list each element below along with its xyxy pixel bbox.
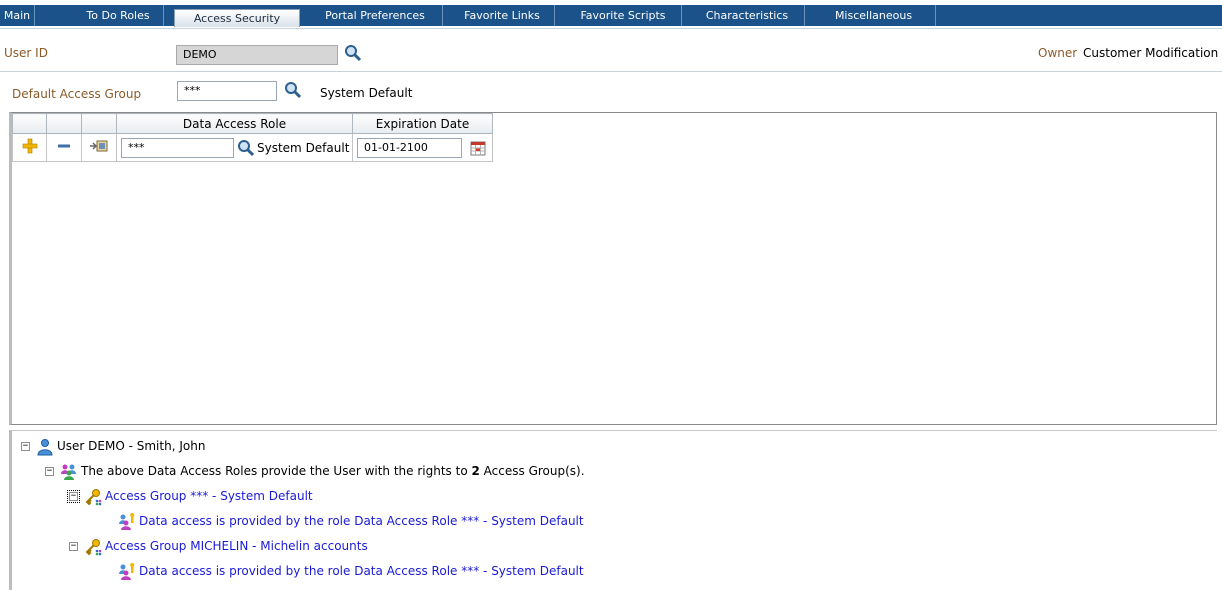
add-cell [12,133,47,162]
calendar-icon[interactable] [470,140,486,156]
add-row-icon[interactable] [21,137,39,155]
tab-characteristics[interactable]: Characteristics [690,5,805,26]
tab-access-security[interactable]: Access Security [174,9,300,27]
owner-label: Owner [1038,46,1078,60]
data-access-role-grid-area: Data Access Role Expiration Date *** Sys… [9,112,1217,425]
tab-bar: Main To Do Roles Access Security Portal … [0,5,1222,27]
tree-summary-count: 2 [471,464,480,478]
default-access-group-label: Default Access Group [12,87,142,101]
remove-cell [46,133,82,162]
default-access-group-row: Default Access Group *** System Default [0,71,1222,111]
user-id-field[interactable]: DEMO [176,45,338,65]
data-access-role-grid: Data Access Role Expiration Date *** Sys… [12,113,493,162]
go-to-record-icon[interactable] [89,137,109,155]
grid-header-go [81,113,117,134]
user-id-row: User ID DEMO Owner Customer Modification [0,28,1222,68]
tab-to-do-roles[interactable]: To Do Roles [73,5,164,26]
table-row: *** System Default 01-01-2100 [12,133,493,162]
access-group-key-icon [85,538,102,555]
tree-role-detail-label[interactable]: Data access is provided by the role Data… [139,564,584,578]
collapse-icon[interactable]: − [67,490,80,503]
tab-favorite-links[interactable]: Favorite Links [450,5,555,26]
collapse-icon[interactable]: − [21,442,30,451]
default-access-group-input[interactable]: *** [177,81,277,101]
search-icon[interactable] [284,81,302,99]
users-group-icon [61,464,76,480]
tree-node-role-detail[interactable]: Data access is provided by the role Data… [118,562,584,580]
data-access-role-description: System Default [257,140,350,155]
search-icon[interactable] [344,44,362,62]
expiration-date-input[interactable]: 01-01-2100 [357,137,462,158]
user-id-label: User ID [4,46,48,60]
role-cell: *** System Default [116,133,353,162]
tree-node-user[interactable]: − User DEMO - Smith, John [21,437,205,455]
grid-header-data-access-role: Data Access Role [116,113,353,134]
expiration-cell: 01-01-2100 [352,133,493,162]
tree-node-access-group[interactable]: − Access Group MICHELIN - Michelin accou… [69,537,368,555]
tree-role-detail-label[interactable]: Data access is provided by the role Data… [139,514,584,528]
grid-header-expiration-date: Expiration Date [352,113,493,134]
grid-header-add [12,113,47,134]
access-group-key-icon [85,488,102,505]
tree-node-summary[interactable]: − The above Data Access Roles provide th… [45,462,585,480]
access-tree: − User DEMO - Smith, John − The above Da… [9,430,1217,590]
search-icon[interactable] [237,139,255,157]
data-access-role-input[interactable]: *** [121,137,234,158]
remove-row-icon[interactable] [55,137,73,155]
default-access-group-description: System Default [320,86,413,100]
tab-main[interactable]: Main [0,5,35,26]
tree-user-label: User DEMO - Smith, John [57,439,206,453]
collapse-icon[interactable]: − [69,542,78,551]
collapse-icon[interactable]: − [45,467,54,476]
tab-favorite-scripts[interactable]: Favorite Scripts [565,5,682,26]
grid-header-remove [46,113,82,134]
tab-miscellaneous[interactable]: Miscellaneous [812,5,936,26]
tree-summary-prefix: The above Data Access Roles provide the … [81,464,472,478]
role-key-icon [119,562,135,580]
tree-summary-suffix: Access Group(s). [479,464,585,478]
tree-node-role-detail[interactable]: Data access is provided by the role Data… [118,512,584,530]
role-key-icon [119,512,135,530]
user-icon [37,438,53,455]
tree-access-group-label[interactable]: Access Group MICHELIN - Michelin account… [105,539,368,553]
tab-portal-preferences[interactable]: Portal Preferences [308,5,443,26]
tree-access-group-label[interactable]: Access Group *** - System Default [105,489,313,503]
owner-value: Customer Modification [1083,46,1219,60]
go-cell [81,133,117,162]
tree-node-access-group[interactable]: − Access Group *** - System Default [67,487,313,505]
